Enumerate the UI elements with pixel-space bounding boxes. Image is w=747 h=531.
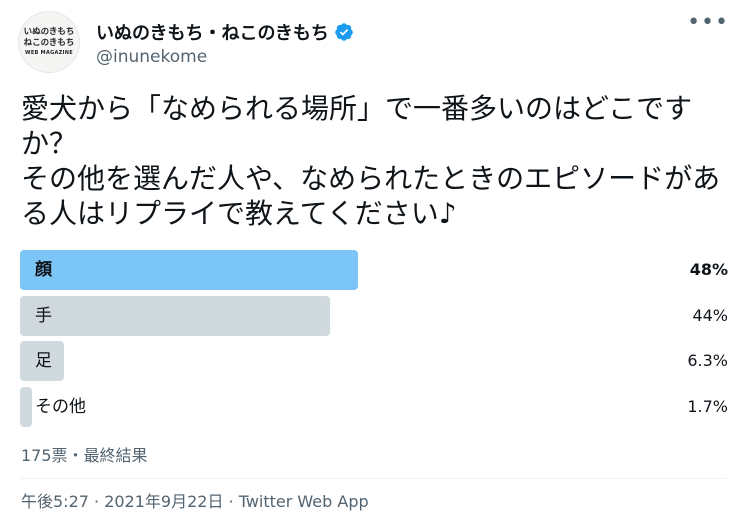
poll-option-percent: 1.7% [687,396,728,416]
poll-option-percent: 48% [689,260,728,279]
avatar-line-3: WEB MAGAZINE [25,50,73,56]
poll-bar [20,295,330,336]
verified-badge-icon [335,23,353,41]
poll: 顔 48% 手 44% 足 6.3% その他 1.7% [20,250,728,432]
timestamp[interactable]: 午後5:27 · 2021年9月22日 · Twitter Web App [21,488,369,512]
avatar-line-2: ねこのきもち [23,38,75,48]
poll-bar [20,250,358,290]
poll-option-percent: 6.3% [687,351,728,370]
poll-option: その他 1.7% [20,386,728,427]
poll-option-label: 手 [35,305,52,326]
poll-option-label: 足 [35,351,52,371]
poll-meta: 175票・最終結果 [21,446,148,465]
handle[interactable]: @inunekome [96,47,207,67]
display-name-text: いぬのきもち・ねこのきもち [96,23,329,44]
divider [20,478,727,479]
poll-option: 足 6.3% [20,341,728,381]
poll-bar [20,386,32,427]
display-name[interactable]: いぬのきもち・ねこのきもち [96,19,354,45]
more-dots-icon[interactable]: ••• [687,12,729,34]
poll-option: 顔 48% [20,250,728,290]
poll-option-label: その他 [35,396,86,417]
poll-option: 手 44% [20,295,728,336]
tweet-text: 愛犬から「なめられる場所」で一番多いのはどこですか？ その他を選んだ人や、なめら… [21,92,721,230]
avatar[interactable]: いぬのきもち ねこのきもち WEB MAGAZINE [18,11,80,73]
avatar-line-1: いぬのきもち [23,27,75,37]
poll-option-label: 顔 [35,260,52,280]
poll-option-percent: 44% [692,305,728,325]
